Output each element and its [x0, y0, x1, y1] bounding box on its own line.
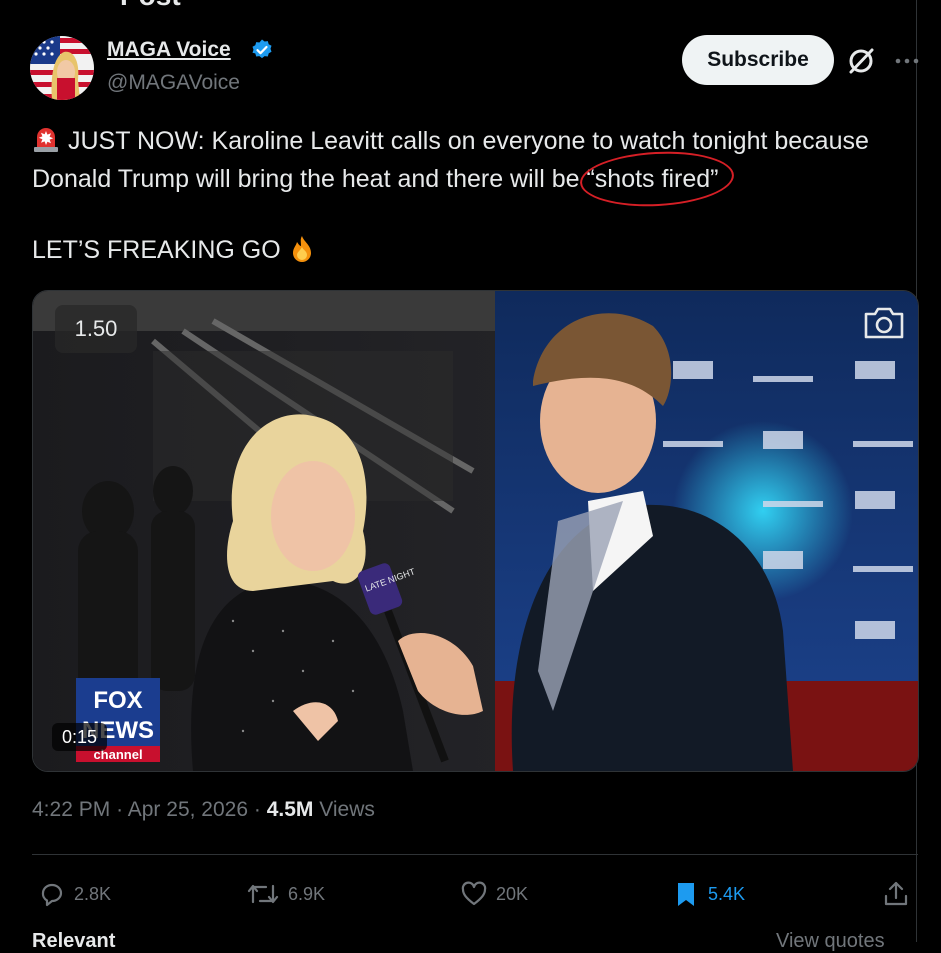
police-light-icon [34, 128, 58, 152]
views-count: 4.5M [266, 798, 314, 821]
grok-icon[interactable] [846, 46, 876, 76]
share-icon [884, 881, 908, 906]
like-button[interactable]: 20K [460, 876, 528, 912]
page-title: Post [120, 0, 181, 12]
more-options-icon[interactable] [892, 46, 922, 76]
actions-divider [32, 854, 918, 855]
post-date[interactable]: Apr 25, 2026 [128, 798, 248, 821]
tweet-text-shout: LET’S FREAKING GO [32, 236, 281, 264]
like-count: 20K [496, 883, 529, 904]
camera-icon[interactable] [862, 305, 906, 341]
tweet-text-main: JUST NOW: Karoline Leavitt calls on ever… [32, 127, 869, 193]
video-time-badge: 0:15 [52, 723, 108, 751]
reply-count: 2.8K [74, 883, 112, 904]
meta-separator: · [253, 798, 261, 821]
author-name[interactable]: MAGA Voice [107, 38, 231, 62]
reply-icon [41, 883, 63, 907]
tweet-text-line2: LET’S FREAKING GO [32, 234, 317, 265]
bookmark-icon [678, 883, 694, 906]
tweet-text-highlight: “shots fired” [586, 165, 719, 193]
views-label: Views [319, 798, 375, 821]
avatar[interactable] [30, 36, 94, 100]
tweet-body: JUST NOW: Karoline Leavitt calls on ever… [32, 122, 912, 210]
avatar-image [30, 36, 94, 100]
bookmark-button[interactable]: 5.4K [672, 876, 745, 912]
fox-logo-top: FOX [93, 687, 142, 714]
author-handle[interactable]: @MAGAVoice [107, 71, 240, 95]
video-player[interactable] [32, 290, 919, 772]
reply-button[interactable]: 2.8K [38, 876, 111, 912]
heart-icon [461, 881, 487, 906]
post-time[interactable]: 4:22 PM [32, 798, 110, 821]
share-button[interactable] [882, 876, 910, 912]
playback-speed-badge[interactable]: 1.50 [55, 305, 137, 353]
meta-separator: · [116, 798, 124, 821]
repost-icon [247, 884, 279, 904]
verified-badge-icon [250, 38, 274, 62]
subscribe-button[interactable]: Subscribe [682, 35, 834, 85]
repost-button[interactable]: 6.9K [246, 876, 325, 912]
bookmark-count: 5.4K [708, 883, 746, 904]
video-frame [33, 291, 918, 771]
fire-icon [292, 236, 311, 262]
repost-count: 6.9K [288, 883, 326, 904]
post-meta: 4:22 PM · Apr 25, 2026 · 4.5M Views [32, 798, 375, 822]
